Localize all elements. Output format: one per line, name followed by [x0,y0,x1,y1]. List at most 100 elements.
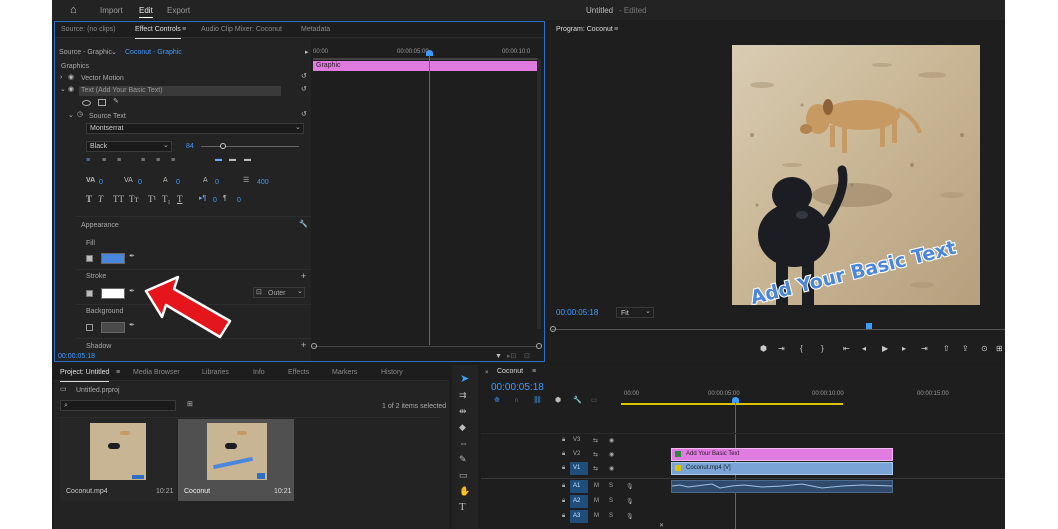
scrub-start-handle[interactable] [550,326,556,332]
audio-clip[interactable] [671,480,893,493]
camera-icon[interactable]: ⊙ [981,344,988,353]
mic-icon[interactable]: 🎙︎ [626,498,634,505]
lock-icon[interactable]: 🔒︎ [562,437,565,444]
solo-button[interactable]: S [609,483,613,489]
frame-back-icon[interactable]: ◂ [862,344,866,353]
small-caps-icon[interactable]: Tт [129,195,138,204]
mute-button[interactable]: M [594,483,599,489]
lock-icon[interactable]: 🔒︎ [562,498,565,505]
filter-icon[interactable]: ▼ [495,353,502,361]
collapse-icon[interactable]: ⌄ [68,112,74,120]
collapse-icon[interactable]: ⌄ [60,86,66,94]
ellipse-mask-icon[interactable] [82,100,91,106]
lock-icon[interactable]: 🔒︎ [562,513,565,520]
font-size-value[interactable]: 84 [186,143,194,150]
home-icon[interactable]: ⌂ [70,4,77,16]
eye-icon[interactable]: ◉ [68,74,74,82]
tab-effect-controls[interactable]: Effect Controls [135,26,181,39]
tsume-value[interactable]: 400 [257,179,269,186]
zoom-handle[interactable] [311,343,317,349]
fill-swatch[interactable] [101,253,125,264]
add-stroke-icon[interactable]: + [301,272,306,281]
stopwatch-icon[interactable]: ◷ [77,111,83,119]
new-bin-icon[interactable]: ⊞ [187,401,193,409]
reset-icon[interactable]: ↺ [301,73,307,81]
project-search-input[interactable]: ⌕ [60,400,176,411]
wrench-icon[interactable]: 🔧 [573,397,582,405]
solo-button[interactable]: S [609,513,613,519]
tab-effects[interactable]: Effects [288,369,309,376]
eyedropper-icon[interactable]: ✒ [129,288,135,296]
fit-select[interactable]: Fit ⌄ [616,307,654,318]
all-caps-icon[interactable]: TT [113,195,124,204]
program-timecode[interactable]: 00:00:05:18 [556,308,598,317]
mic-icon[interactable]: 🎙︎ [626,483,634,490]
snap-icon[interactable]: ∩ [514,397,519,405]
video-clip[interactable]: Coconut.mp4 [V] [671,462,893,475]
align-right-icon[interactable]: ≡ [117,157,121,165]
chevron-down-icon[interactable]: ⌄ [111,49,117,57]
tab-width-icon[interactable]: ¶ [223,195,227,203]
edit-tab[interactable]: Edit [139,6,153,15]
razor-icon[interactable]: ◆ [459,423,466,432]
tab-media-browser[interactable]: Media Browser [133,369,180,376]
nest-icon[interactable]: ⟰ [494,397,500,405]
mark-in-out-icon[interactable]: ⇥ [778,344,785,353]
project-item-coconut[interactable]: Coconut 10:21 [178,419,294,501]
tab-source[interactable]: Source: (no clips) [61,26,115,33]
go-to-in-icon[interactable]: { [800,344,803,353]
work-area-bar[interactable] [621,403,843,405]
program-playhead[interactable] [866,323,872,329]
add-shadow-icon[interactable]: + [301,341,306,350]
zoom-bar[interactable] [313,346,538,347]
tab-markers[interactable]: Markers [332,369,357,376]
superscript-icon[interactable]: T¹ [148,195,156,204]
expand-icon[interactable]: › [60,74,62,82]
step-forward-icon[interactable]: ⇥ [921,344,928,353]
tab-audio-clip-mixer[interactable]: Audio Clip Mixer: Coconut [201,26,282,33]
stroke-position-select[interactable]: ⊡ Outer ⌄ [253,287,305,298]
rectangle-icon[interactable]: ▭ [459,471,468,480]
align-bottom-icon[interactable]: ▬ [244,156,251,164]
lock-icon[interactable]: 🔒︎ [562,483,565,490]
scrub-bar[interactable] [552,329,1005,330]
rtl-icon[interactable]: ▸¶ [199,195,206,203]
clip-label[interactable]: Coconut - Graphic [125,49,182,56]
tab-project[interactable]: Project: Untitled [60,369,110,382]
add-marker-icon[interactable]: ⬢ [555,397,561,405]
close-icon[interactable]: × [485,369,489,377]
reset-icon[interactable]: ↺ [301,86,307,94]
sync-lock-icon[interactable]: ⇆ [593,465,598,472]
pen-icon[interactable]: ✎ [113,98,119,106]
font-size-slider[interactable] [201,146,299,147]
step-back-icon[interactable]: ⇤ [843,344,850,353]
rectangle-mask-icon[interactable] [98,99,106,106]
justify-center-icon[interactable]: ≡ [156,157,160,165]
mic-icon[interactable]: 🎙︎ [626,513,634,520]
slider-handle[interactable] [220,143,226,149]
scrollbar[interactable] [537,59,541,329]
play-only-icon[interactable]: ▸ [305,49,309,57]
kerning-value[interactable]: 0 [99,179,103,186]
leading-value[interactable]: 0 [176,179,180,186]
eye-icon[interactable]: ◉ [609,451,614,458]
play-icon[interactable]: ▶ [882,344,888,353]
effect-controls-timecode[interactable]: 00:00:05:18 [58,353,95,360]
menu-icon[interactable]: ≡ [182,26,186,34]
tab-width-value[interactable]: 0 [237,197,241,204]
menu-icon[interactable]: ≡ [614,26,618,34]
align-top-icon[interactable]: ▬ [215,156,222,164]
solo-button[interactable]: S [609,498,613,504]
font-select[interactable]: Montserrat ⌄ [86,123,304,134]
eye-icon[interactable]: ◉ [609,465,614,472]
slip-icon[interactable]: ⇔ [459,439,468,448]
timeline-timecode[interactable]: 00:00:05:18 [491,382,544,393]
sync-lock-icon[interactable]: ⇆ [593,451,598,458]
justify-left-icon[interactable]: ≡ [141,157,145,165]
eye-icon[interactable]: ◉ [609,437,614,444]
graphic-clip-bar[interactable]: Graphic [313,61,538,71]
rtl-value[interactable]: 0 [213,197,217,204]
stroke-checkbox[interactable] [86,290,93,297]
pen-icon[interactable]: ✎ [459,455,467,464]
align-center-icon[interactable]: ≡ [102,157,106,165]
